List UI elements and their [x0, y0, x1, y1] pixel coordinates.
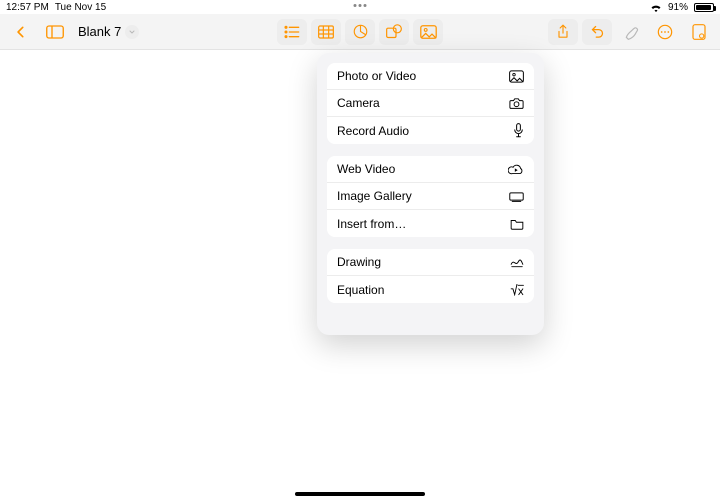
popover-section-3: Drawing Equation [327, 249, 534, 303]
popover-section-1: Photo or Video Camera Record Audio [327, 63, 534, 144]
row-label: Photo or Video [337, 69, 416, 83]
chevron-down-icon [125, 25, 139, 39]
more-button[interactable] [650, 19, 680, 45]
photo-icon [509, 70, 524, 83]
row-web-video[interactable]: Web Video [327, 156, 534, 183]
row-insert-from[interactable]: Insert from… [327, 210, 534, 237]
wifi-icon [650, 3, 662, 12]
share-button[interactable] [548, 19, 578, 45]
row-drawing[interactable]: Drawing [327, 249, 534, 276]
home-indicator[interactable] [295, 492, 425, 496]
list-format-button[interactable] [277, 19, 307, 45]
row-photo-or-video[interactable]: Photo or Video [327, 63, 534, 90]
row-label: Camera [337, 96, 380, 110]
battery-percent: 91% [668, 2, 688, 13]
document-settings-button[interactable] [684, 19, 714, 45]
document-canvas[interactable]: Photo or Video Camera Record Audio W [0, 50, 720, 501]
undo-button[interactable] [582, 19, 612, 45]
gallery-icon [509, 191, 524, 202]
shape-button[interactable] [379, 19, 409, 45]
row-label: Drawing [337, 255, 381, 269]
sidebar-toggle-button[interactable] [40, 19, 70, 45]
status-date: Tue Nov 15 [55, 2, 106, 13]
document-title-label: Blank 7 [78, 24, 121, 39]
status-bar: 12:57 PM Tue Nov 15 91% [0, 0, 720, 14]
status-time: 12:57 PM [6, 2, 49, 13]
equation-icon [510, 284, 524, 296]
table-button[interactable] [311, 19, 341, 45]
popover-section-2: Web Video Image Gallery Insert from… [327, 156, 534, 237]
folder-icon [510, 218, 524, 230]
row-label: Insert from… [337, 217, 406, 231]
media-button[interactable] [413, 19, 443, 45]
scribble-icon [510, 256, 524, 268]
camera-icon [509, 97, 524, 109]
document-title[interactable]: Blank 7 [78, 24, 139, 39]
back-button[interactable] [6, 19, 36, 45]
row-label: Web Video [337, 162, 395, 176]
toolbar: Blank 7 [0, 14, 720, 50]
insert-media-popover: Photo or Video Camera Record Audio W [317, 53, 544, 335]
row-label: Image Gallery [337, 189, 412, 203]
microphone-icon [513, 123, 524, 138]
multitask-dots[interactable] [354, 4, 367, 7]
row-camera[interactable]: Camera [327, 90, 534, 117]
row-image-gallery[interactable]: Image Gallery [327, 183, 534, 210]
format-brush-button[interactable] [616, 19, 646, 45]
chart-button[interactable] [345, 19, 375, 45]
battery-icon [694, 3, 714, 12]
cloud-play-icon [508, 163, 524, 175]
row-equation[interactable]: Equation [327, 276, 534, 303]
row-label: Equation [337, 283, 384, 297]
row-label: Record Audio [337, 124, 409, 138]
row-record-audio[interactable]: Record Audio [327, 117, 534, 144]
